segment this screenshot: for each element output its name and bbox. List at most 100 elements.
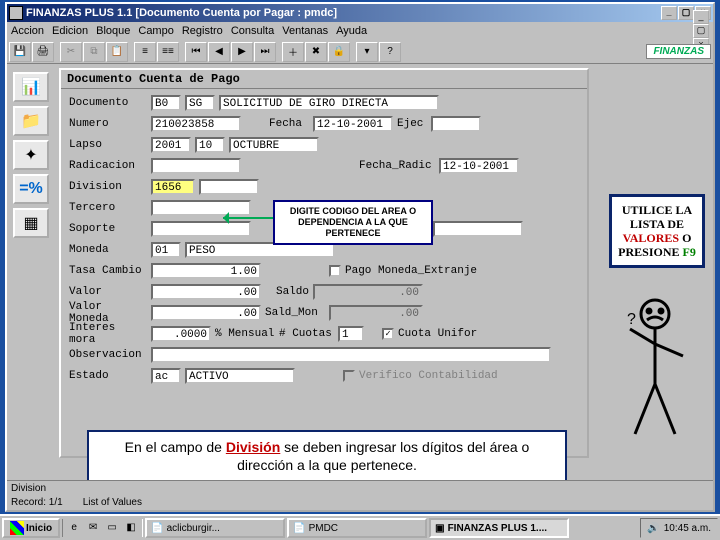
tool-first-icon[interactable]: ⏮ [185, 42, 207, 62]
fecha-radic-label: Fecha_Radic [359, 160, 435, 172]
tray-clock[interactable]: 10:45 a.m. [664, 523, 711, 534]
menu-ventanas[interactable]: Ventanas [282, 25, 328, 37]
svg-text:?: ? [627, 311, 636, 328]
task-3[interactable]: ▣FINANZAS PLUS 1.... [429, 518, 569, 538]
app-window: FINANZAS PLUS 1.1 [Documento Cuenta por … [5, 2, 715, 512]
tool-copy-icon[interactable]: ⧉ [83, 42, 105, 62]
moneda-a-field[interactable]: 01 [151, 242, 181, 258]
doc-a-field[interactable]: B0 [151, 95, 181, 111]
tool-cut-icon[interactable]: ✂ [60, 42, 82, 62]
cuotas-field[interactable]: 1 [338, 326, 364, 342]
menu-accion[interactable]: Accion [11, 25, 44, 37]
division-label: Division [69, 181, 147, 193]
division-desc-field[interactable] [199, 179, 259, 195]
menubar: Accion Edicion Bloque Campo Registro Con… [7, 22, 713, 40]
tray-vol-icon[interactable]: 🔊 [647, 523, 659, 534]
saldo-field: .00 [313, 284, 423, 300]
valor-m-field[interactable]: .00 [151, 305, 261, 321]
tercero-label: Tercero [69, 202, 147, 214]
ql-desktop-icon[interactable]: ▭ [103, 519, 121, 537]
task-1[interactable]: 📄aclicburgir... [145, 518, 285, 538]
task-3-label: FINANZAS PLUS 1.... [448, 523, 547, 534]
radic-field[interactable] [151, 158, 241, 174]
fecha-field[interactable]: 12-10-2001 [313, 116, 393, 132]
statusbar: Division Record: 1/1 List of Values [7, 480, 713, 510]
cuota-u-label: Cuota Unifor [398, 328, 488, 340]
ql-app-icon[interactable]: ◧ [122, 519, 140, 537]
tool-filter-icon[interactable]: ≡≡ [157, 42, 179, 62]
tool-list-icon[interactable]: ▾ [356, 42, 378, 62]
lapso-a-field[interactable]: 2001 [151, 137, 191, 153]
tasa-label: Tasa Cambio [69, 265, 147, 277]
lapso-label: Lapso [69, 139, 147, 151]
numero-label: Numero [69, 118, 147, 130]
tool-help-icon[interactable]: ? [379, 42, 401, 62]
ejec-label: Ejec [397, 118, 427, 130]
doc-b-field[interactable]: SG [185, 95, 215, 111]
start-label: Inicio [26, 523, 52, 534]
status-field: Division [11, 483, 46, 494]
fecha-radic-field[interactable]: 12-10-2001 [439, 158, 519, 174]
numero-field[interactable]: 210023858 [151, 116, 241, 132]
division-field[interactable]: 1656 [151, 179, 195, 195]
menu-consulta[interactable]: Consulta [231, 25, 274, 37]
interes-label: Interes mora [69, 322, 147, 346]
note-div: División [226, 439, 280, 455]
tool-print-icon[interactable]: 🖨 [32, 42, 54, 62]
estado-a-field[interactable]: ac [151, 368, 181, 384]
system-tray: 🔊 10:45 a.m. [640, 518, 718, 538]
menu-registro[interactable]: Registro [182, 25, 223, 37]
maximize-button[interactable]: ▢ [678, 6, 694, 20]
ql-outlook-icon[interactable]: ✉ [84, 519, 102, 537]
doc-c-field[interactable]: SOLICITUD DE GIRO DIRECTA [219, 95, 439, 111]
tool-prev-icon[interactable]: ◀ [208, 42, 230, 62]
status-lov: List of Values [83, 497, 142, 508]
titlebar: FINANZAS PLUS 1.1 [Documento Cuenta por … [7, 4, 713, 22]
tool-paste-icon[interactable]: 📋 [106, 42, 128, 62]
task-1-label: aclicburgir... [167, 523, 220, 534]
tool-last-icon[interactable]: ⏭ [254, 42, 276, 62]
cuota-u-checkbox[interactable]: ✓ [382, 328, 394, 340]
sidebar-percent-icon[interactable]: =% [13, 174, 49, 204]
sidebar-chart-icon[interactable]: 📊 [13, 72, 49, 102]
quicklaunch: e ✉ ▭ ◧ [62, 519, 143, 537]
ejec-field[interactable] [431, 116, 481, 132]
pago-ext-checkbox[interactable] [329, 265, 341, 277]
dcto-t-field[interactable] [433, 221, 523, 237]
task-2-label: PMDC [309, 523, 338, 534]
callout-box: DIGITE CODIGO DEL AREA O DEPENDENCIA A L… [273, 200, 433, 245]
valor-label: Valor [69, 286, 147, 298]
sald-m-field: .00 [329, 305, 423, 321]
lapso-b-field[interactable]: 10 [195, 137, 225, 153]
moneda-label: Moneda [69, 244, 147, 256]
sidebar-folder-icon[interactable]: 📁 [13, 106, 49, 136]
estado-b-field[interactable]: ACTIVO [185, 368, 295, 384]
child-minimize-button[interactable]: _ [693, 10, 709, 24]
child-maximize-button[interactable]: ▢ [693, 24, 709, 38]
ql-ie-icon[interactable]: e [65, 519, 83, 537]
menu-campo[interactable]: Campo [138, 25, 173, 37]
sidebar-grid-icon[interactable]: ▦ [13, 208, 49, 238]
tool-lock-icon[interactable]: 🔒 [328, 42, 350, 62]
taskbar: Inicio e ✉ ▭ ◧ 📄aclicburgir... 📄PMDC ▣FI… [0, 514, 720, 540]
tool-delete-icon[interactable]: ✖ [305, 42, 327, 62]
tool-search-icon[interactable]: ≡ [134, 42, 156, 62]
cuotas-label: # Cuotas [279, 328, 334, 340]
lapso-c-field[interactable]: OCTUBRE [229, 137, 319, 153]
valor-field[interactable]: .00 [151, 284, 261, 300]
task-2[interactable]: 📄PMDC [287, 518, 427, 538]
minimize-button[interactable]: _ [661, 6, 677, 20]
tip-a: UTILICE LA LISTA DE [622, 203, 692, 231]
menu-bloque[interactable]: Bloque [96, 25, 130, 37]
fecha-label: Fecha [269, 118, 309, 130]
sidebar-star-icon[interactable]: ✦ [13, 140, 49, 170]
start-button[interactable]: Inicio [2, 518, 60, 538]
tool-next-icon[interactable]: ▶ [231, 42, 253, 62]
menu-ayuda[interactable]: Ayuda [336, 25, 367, 37]
interes-field[interactable]: .0000 [151, 326, 211, 342]
tool-save-icon[interactable]: 💾 [9, 42, 31, 62]
tool-insert-icon[interactable]: ＋ [282, 42, 304, 62]
tasa-field[interactable]: 1.00 [151, 263, 261, 279]
obs-field[interactable] [151, 347, 551, 363]
menu-edicion[interactable]: Edicion [52, 25, 88, 37]
